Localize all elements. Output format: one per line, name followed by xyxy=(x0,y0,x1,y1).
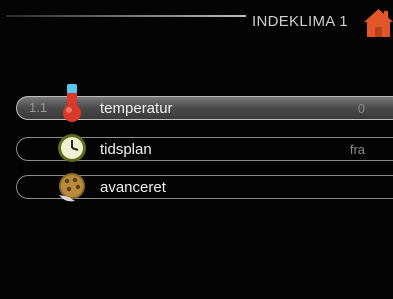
menu-item-value: fra xyxy=(349,142,365,157)
menu-item-label: tidsplan xyxy=(100,141,152,158)
page-title: INDEKLIMA 1 xyxy=(252,13,348,30)
clock-icon xyxy=(58,134,86,162)
menu-item-label: avanceret xyxy=(100,179,166,196)
header-divider xyxy=(6,15,246,17)
menu-item-number: 1.1 xyxy=(29,100,48,115)
advanced-icon xyxy=(59,173,85,202)
menu-item-value: 0 xyxy=(357,101,365,116)
home-icon[interactable] xyxy=(364,8,393,38)
thermometer-icon xyxy=(63,84,81,122)
menu-item-label: temperatur xyxy=(100,100,173,117)
screen: INDEKLIMA 1 1.1 temperatur 0 tidsplan fr… xyxy=(0,0,393,299)
